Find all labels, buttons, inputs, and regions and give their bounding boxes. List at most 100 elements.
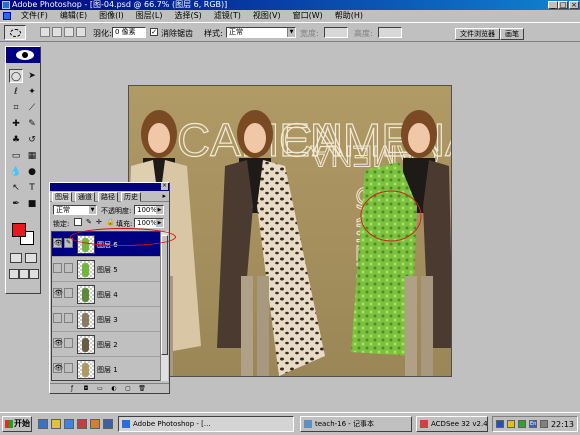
foreground-color-swatch[interactable] [12,223,26,237]
layer-row[interactable]: 图层 3 [52,307,160,332]
eye-icon[interactable]: 👁 [53,238,63,248]
menu-help[interactable]: 帮助(H) [329,10,369,22]
eye-icon[interactable]: 👁 [53,288,63,298]
path-select-icon[interactable]: ↖ [9,181,23,195]
menu-image[interactable]: 图像(I) [93,10,130,22]
menu-edit[interactable]: 编辑(E) [54,10,93,22]
close-icon[interactable]: × [161,183,168,190]
app-quicklaunch-icon-1[interactable] [77,419,87,429]
menu-view[interactable]: 视图(V) [247,10,287,22]
subtract-selection-button[interactable] [64,27,74,37]
close-button[interactable]: × [569,1,579,9]
lock-all-icon[interactable]: 🔒 [106,218,115,226]
blend-mode-select[interactable]: 正常 ▼ [53,205,97,215]
speaker-icon[interactable] [540,420,548,428]
new-layer-icon[interactable]: ▢ [124,385,132,392]
layer-scrollbar[interactable] [160,231,168,381]
clone-stamp-icon[interactable]: ♣ [9,133,23,147]
lock-transparency-checkbox[interactable] [74,218,82,226]
menu-window[interactable]: 窗口(W) [287,10,329,22]
full-screen-menu-button[interactable] [19,269,29,279]
healing-brush-icon[interactable]: ✚ [9,117,23,131]
app-quicklaunch-icon-2[interactable] [90,419,100,429]
document-canvas[interactable]: CAMEN CAMENA CAMENA CAMENA [128,85,452,377]
eraser-tool-icon[interactable]: ▭ [9,149,23,163]
move-tool-icon[interactable]: ➤ [25,69,39,83]
eye-icon[interactable] [53,263,62,273]
standard-mode-button[interactable] [10,253,22,263]
tray-icon-1[interactable] [496,420,504,428]
standard-screen-button[interactable] [9,269,19,279]
feather-input[interactable]: 0 像素 [112,27,146,38]
desktop-quicklaunch-icon[interactable] [51,419,61,429]
menu-layer[interactable]: 图层(L) [130,10,169,22]
style-select[interactable]: 正常 ▼ [226,27,296,38]
brush-tool-icon[interactable]: ✎ [25,117,39,131]
magic-wand-tool-icon[interactable]: ✦ [25,85,39,99]
lock-position-icon[interactable]: ✛ [96,218,102,226]
layer-mask-icon[interactable]: ◘ [82,385,90,392]
eye-icon[interactable] [53,313,62,323]
history-brush-icon[interactable]: ↺ [25,133,39,147]
eye-icon[interactable]: 👁 [53,363,63,373]
layer-row[interactable]: 👁 图层 4 [52,282,160,307]
layer-row[interactable]: 👁 图层 2 [52,332,160,357]
tab-layers[interactable]: 图层 [52,192,72,202]
new-set-icon[interactable]: ▭ [96,385,104,392]
toolbox-header[interactable] [6,47,40,63]
gradient-tool-icon[interactable]: ▦ [25,149,39,163]
menu-file[interactable]: 文件(F) [15,10,54,22]
outlook-quicklaunch-icon[interactable] [64,419,74,429]
tab-history[interactable]: 历史 [121,192,141,202]
height-input[interactable] [378,27,402,38]
tray-icon-2[interactable] [507,420,515,428]
dodge-tool-icon[interactable]: ● [25,165,39,179]
layer-link-icon[interactable] [64,313,73,323]
marquee-tool-icon[interactable]: ◯ [9,69,23,83]
layer-link-icon[interactable] [64,263,73,273]
tab-channels[interactable]: 通道 [75,192,95,202]
window-title-bar[interactable]: Adobe Photoshop - [图-04.psd @ 66.7% (图层 … [0,0,580,10]
document-icon[interactable] [3,12,11,20]
ime-indicator[interactable]: En [529,420,537,428]
tool-preset-picker[interactable] [4,25,26,40]
tab-paths[interactable]: 路径 [98,192,118,202]
lasso-tool-icon[interactable]: ℓ [9,85,23,99]
slice-tool-icon[interactable]: ⟋ [25,101,39,115]
scrollbar-thumb[interactable] [161,235,168,355]
layer-link-icon[interactable] [64,338,73,348]
eye-icon[interactable]: 👁 [53,338,63,348]
menu-filter[interactable]: 滤镜(T) [208,10,247,22]
blur-tool-icon[interactable]: 💧 [9,165,23,179]
layer-row[interactable]: 👁 图层 1 [52,357,160,380]
start-button[interactable]: 开始 [2,416,32,432]
app-quicklaunch-icon-3[interactable] [103,419,113,429]
menu-select[interactable]: 选择(S) [168,10,207,22]
new-selection-button[interactable] [40,27,50,37]
layer-style-icon[interactable]: ƒ [68,385,76,392]
file-browser-tab[interactable]: 文件浏览器 [455,28,500,40]
layer-link-icon[interactable] [64,288,73,298]
quick-mask-button[interactable] [25,253,37,263]
photoshop-app-icon[interactable] [2,1,10,9]
taskbar-button[interactable]: teach-16 - 记事本 [300,416,412,432]
minimize-button[interactable]: _ [548,1,558,9]
antialias-checkbox[interactable]: ✓ [150,28,158,36]
type-tool-icon[interactable]: T [25,181,39,195]
trash-icon[interactable]: 🗑 [138,385,146,392]
intersect-selection-button[interactable] [76,27,86,37]
layer-link-icon[interactable] [64,363,73,373]
palette-menu-icon[interactable]: ▸ [162,192,166,200]
width-input[interactable] [324,27,348,38]
brushes-tab[interactable]: 画笔 [500,28,524,40]
tray-icon-3[interactable] [518,420,526,428]
taskbar-button[interactable]: ACDSee 32 v2.4 - teach [416,416,488,432]
lock-pixels-icon[interactable]: ✎ [86,218,92,226]
full-screen-button[interactable] [29,269,39,279]
maximize-button[interactable]: □ [558,1,568,9]
opacity-input[interactable]: 100% ▶ [134,205,164,215]
ie-quicklaunch-icon[interactable] [38,419,48,429]
pen-tool-icon[interactable]: ✒ [9,197,23,211]
adjustment-layer-icon[interactable]: ◐ [110,385,118,392]
layers-title-bar[interactable]: × [50,183,169,191]
